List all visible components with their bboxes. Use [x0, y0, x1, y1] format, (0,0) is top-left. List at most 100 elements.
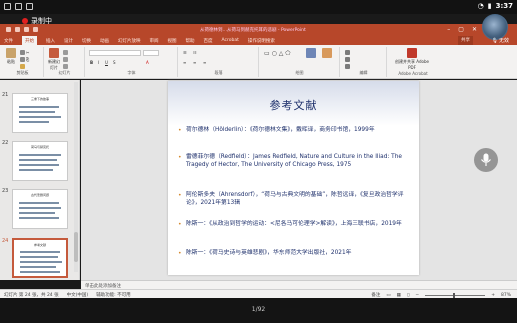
- normal-view-icon[interactable]: ▭: [386, 293, 390, 298]
- tab-home[interactable]: 开始: [22, 36, 37, 45]
- ribbon-tabs: 文件 开始 插入 设计 切换 动画 幻灯片放映 审阅 视图 帮助 百度 Acro…: [0, 36, 517, 45]
- maximize-button[interactable]: ▢: [458, 26, 464, 33]
- new-slide-button[interactable]: 新建幻灯片: [47, 48, 61, 70]
- reference-item[interactable]: • 雷德菲尔德（Redfield）：James Redfield, Nature…: [178, 154, 408, 170]
- layout-button[interactable]: [63, 50, 68, 55]
- font-family-select[interactable]: [89, 50, 141, 56]
- ribbon: 粘贴 ✂ ⎘ 剪贴板 新建幻灯片 幻灯片 B I U S A 字体 ☰ ☷ ≡ …: [0, 45, 517, 79]
- tab-baidu[interactable]: 百度: [204, 36, 213, 45]
- present-icon[interactable]: [33, 27, 38, 32]
- paste-icon: [6, 48, 16, 58]
- tell-me-search[interactable]: 操作说明搜索: [248, 36, 275, 45]
- microphone-icon: [481, 153, 491, 166]
- reading-view-icon[interactable]: ▯: [407, 293, 409, 298]
- clock: 3:37: [495, 2, 513, 10]
- underline-button[interactable]: U: [105, 60, 108, 65]
- bold-button[interactable]: B: [90, 60, 93, 65]
- slide-title[interactable]: 参考文献: [168, 97, 419, 113]
- slide-thumbnail-24[interactable]: 参考文献: [12, 238, 68, 278]
- cut-button[interactable]: ✂: [20, 50, 29, 55]
- reference-item[interactable]: • 荷尔德林（Hölderlin）：《荷尔德林文集》，戴晖译，商务印书馆，199…: [178, 127, 408, 135]
- align-right-button[interactable]: ≡: [203, 60, 206, 65]
- thumb-number: 22: [2, 140, 9, 146]
- mute-indicator[interactable]: 🎙 无效: [492, 37, 509, 45]
- bullets-button[interactable]: ☰: [183, 50, 187, 55]
- redo-icon[interactable]: [24, 27, 29, 32]
- tab-insert[interactable]: 插入: [46, 36, 55, 45]
- app-icon: [15, 3, 22, 10]
- bullet-icon: •: [178, 221, 182, 228]
- microphone-button[interactable]: [474, 148, 498, 172]
- meeting-bottom-bar: 1/92: [0, 298, 517, 323]
- section-button[interactable]: [63, 64, 68, 69]
- shapes-gallery[interactable]: ▭ ○ △ ⬠: [264, 50, 290, 57]
- reference-item[interactable]: • 阿伦斯多夫（Ahrensdorf），“荷马与古典文明的基础”，陈哲远译，《复…: [178, 192, 408, 208]
- replace-button[interactable]: [345, 57, 350, 62]
- tab-slideshow[interactable]: 幻灯片放映: [118, 36, 141, 45]
- zoom-out-button[interactable]: −: [415, 293, 419, 298]
- thumbnails-scrollbar[interactable]: [74, 82, 78, 272]
- slide-thumbnails-pane: 21 三重下的故事 22 荷马与赫克托 23 古代悲剧问题 24 参考文献: [0, 80, 80, 280]
- zoom-level[interactable]: 87%: [501, 293, 511, 298]
- select-button[interactable]: [345, 64, 350, 69]
- undo-icon[interactable]: [15, 27, 20, 32]
- new-slide-icon: [49, 48, 59, 58]
- share-button[interactable]: 共享: [458, 36, 473, 45]
- tab-transitions[interactable]: 切换: [82, 36, 91, 45]
- minimize-button[interactable]: –: [447, 26, 450, 33]
- paste-button[interactable]: 粘贴: [4, 48, 18, 66]
- search-icon: [345, 50, 350, 55]
- tab-design[interactable]: 设计: [64, 36, 73, 45]
- tab-acrobat[interactable]: Acrobat: [222, 36, 239, 45]
- slide-thumbnail-22[interactable]: 荷马与赫克托: [12, 141, 68, 181]
- font-size-select[interactable]: [143, 50, 159, 56]
- zoom-slider[interactable]: [425, 292, 486, 298]
- find-button[interactable]: [345, 50, 350, 55]
- reference-item[interactable]: • 陈斯一：《从政治到哲学的运动：<尼各马可伦理学>解读》，上海三联书店，201…: [178, 221, 408, 229]
- bullet-icon: •: [178, 250, 182, 257]
- clipboard-group: 粘贴 ✂ ⎘ 剪贴板: [2, 47, 44, 77]
- battery-icon: ▮: [487, 2, 492, 10]
- save-icon[interactable]: [6, 27, 11, 32]
- slide-sorter-icon[interactable]: ▦: [397, 293, 401, 298]
- quick-styles-button[interactable]: [320, 48, 334, 66]
- current-slide[interactable]: 参考文献 • 荷尔德林（Hölderlin）：《荷尔德林文集》，戴晖译，商务印书…: [168, 81, 419, 275]
- slide-thumbnail-23[interactable]: 古代悲剧问题: [12, 189, 68, 229]
- align-left-button[interactable]: ≡: [183, 60, 186, 65]
- zoom-in-button[interactable]: +: [491, 293, 495, 298]
- copy-button[interactable]: ⎘: [20, 57, 29, 62]
- title-bar: 从荷德林到…从荷马到赫克托耳的悲剧 - PowerPoint – ▢ ✕: [0, 24, 517, 36]
- acrobat-group: 创建并共享 Adobe PDF Adobe Acrobat: [388, 47, 438, 77]
- close-button[interactable]: ✕: [472, 26, 477, 33]
- tab-file[interactable]: 文件: [4, 36, 13, 45]
- thumb-number: 23: [2, 188, 9, 194]
- numbering-button[interactable]: ☷: [193, 50, 197, 55]
- scrollbar-thumb[interactable]: [74, 232, 78, 262]
- notes-pane[interactable]: 单击此处添加备注: [81, 280, 517, 289]
- font-color-button[interactable]: A: [146, 60, 149, 65]
- arrange-button[interactable]: [304, 48, 318, 66]
- wifi-icon: ◔: [477, 2, 484, 10]
- slide-thumbnail-21[interactable]: 三重下的故事: [12, 93, 68, 133]
- reset-button[interactable]: [63, 57, 68, 62]
- editing-group: 编辑: [341, 47, 387, 77]
- tab-help[interactable]: 帮助: [186, 36, 195, 45]
- system-status-bar: ◔ ▮ 3:37: [0, 0, 517, 14]
- create-pdf-button[interactable]: 创建并共享 Adobe PDF: [392, 48, 432, 70]
- align-center-button[interactable]: ≡: [193, 60, 196, 65]
- tab-animations[interactable]: 动画: [100, 36, 109, 45]
- format-painter-button[interactable]: [20, 64, 25, 69]
- slides-group: 新建幻灯片 幻灯片: [45, 47, 85, 77]
- drawing-group: ▭ ○ △ ⬠ 绘图: [260, 47, 340, 77]
- tab-view[interactable]: 视图: [168, 36, 177, 45]
- shadow-button[interactable]: S: [113, 60, 116, 65]
- reference-item[interactable]: • 陈斯一：《荷马史诗与英雄悲剧》，华东师范大学出版社，2021年: [178, 250, 408, 258]
- bullet-icon: •: [178, 127, 182, 134]
- tab-review[interactable]: 审阅: [150, 36, 159, 45]
- thumb-number: 24: [2, 238, 9, 244]
- italic-button[interactable]: I: [98, 60, 99, 65]
- app-icon: [4, 3, 11, 10]
- paragraph-group: ☰ ☷ ≡ ≡ ≡ 段落: [179, 47, 259, 77]
- window-title: 从荷德林到…从荷马到赫克托耳的悲剧 - PowerPoint: [200, 28, 306, 33]
- bullet-icon: •: [178, 192, 182, 199]
